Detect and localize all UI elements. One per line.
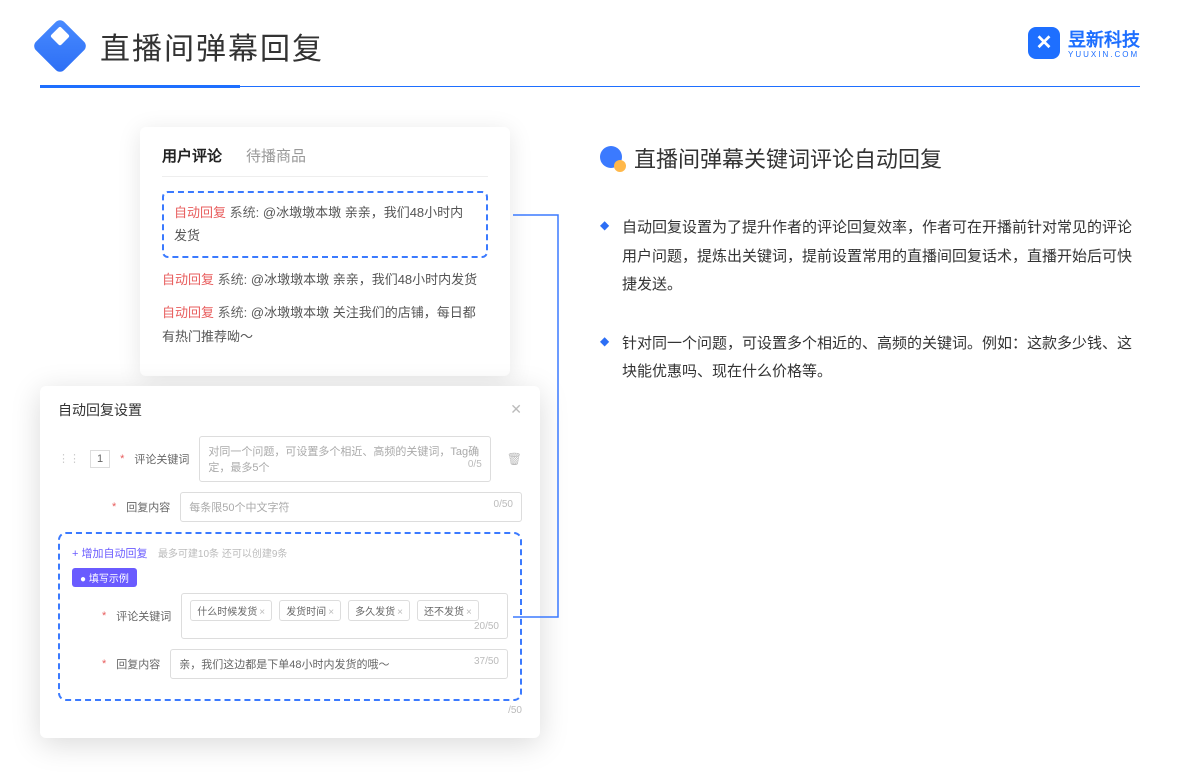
auto-reply-tag: 自动回复 — [162, 272, 214, 287]
auto-reply-settings-card: 自动回复设置 ✕ ⋮⋮ 1 * 评论关键词 对同一个问题，可设置多个相近、高频的… — [40, 386, 540, 738]
example-keyword-input[interactable]: 什么时候发货× 发货时间× 多久发货× 还不发货× 20/50 — [181, 593, 508, 639]
tab-user-comments[interactable]: 用户评论 — [162, 145, 222, 166]
divider — [40, 86, 1140, 87]
placeholder: 对同一个问题，可设置多个相近、高频的关键词，Tag确定，最多5个 — [208, 446, 479, 474]
keyword-label: 评论关键词 — [134, 451, 189, 467]
keyword-input[interactable]: 对同一个问题，可设置多个相近、高频的关键词，Tag确定，最多5个 0/5 — [199, 436, 490, 482]
example-panel: + 增加自动回复 最多可建10条 还可以创建9条 ● 填写示例 * 评论关键词 … — [58, 532, 522, 701]
comments-card: 用户评论 待播商品 自动回复 系统: @冰墩墩本墩 亲亲，我们48小时内发货 自… — [140, 127, 510, 376]
brand-icon: ✕ — [1028, 27, 1060, 59]
char-count: 20/50 — [474, 621, 499, 632]
required-dot: * — [102, 610, 106, 622]
char-count: 0/5 — [468, 459, 482, 470]
form-row-keyword: ⋮⋮ 1 * 评论关键词 对同一个问题，可设置多个相近、高频的关键词，Tag确定… — [58, 436, 522, 482]
add-hint: 最多可建10条 还可以创建9条 — [158, 549, 287, 560]
outer-count: /50 — [58, 705, 522, 716]
reply-label: 回复内容 — [126, 499, 170, 515]
auto-reply-tag: 自动回复 — [162, 305, 214, 320]
page-title: 直播间弹幕回复 — [100, 24, 324, 68]
auto-reply-tag: 自动回复 — [174, 205, 226, 220]
tag-chip[interactable]: 发货时间× — [279, 600, 341, 621]
drag-icon[interactable]: ⋮⋮ — [58, 452, 80, 465]
brand-logo: ✕ 昱新科技 YUUXIN.COM — [1028, 26, 1140, 59]
tag-chip[interactable]: 多久发货× — [348, 600, 410, 621]
add-reply-link[interactable]: + 增加自动回复 — [72, 548, 147, 560]
system-label: 系统: — [218, 305, 248, 320]
system-label: 系统: — [218, 272, 248, 287]
placeholder: 每条限50个中文字符 — [189, 502, 289, 514]
trash-icon[interactable]: 🗑 — [507, 452, 522, 466]
char-count: 37/50 — [474, 656, 499, 667]
comment-text: @冰墩墩本墩 亲亲，我们48小时内发货 — [251, 272, 477, 287]
bullet-item: 自动回复设置为了提升作者的评论回复效率，作者可在开播前针对常见的评论用户问题，提… — [600, 214, 1140, 300]
close-icon[interactable]: ✕ — [510, 401, 522, 418]
reply-input[interactable]: 每条限50个中文字符 0/50 — [180, 492, 522, 522]
brand-sub: YUUXIN.COM — [1068, 50, 1140, 59]
comment-row: 自动回复 系统: @冰墩墩本墩 亲亲，我们48小时内发货 — [162, 268, 488, 291]
bubble-icon — [600, 146, 624, 170]
brand-name: 昱新科技 — [1068, 26, 1140, 52]
bullet-item: 针对同一个问题，可设置多个相近的、高频的关键词。例如：这款多少钱、这块能优惠吗、… — [600, 330, 1140, 387]
tabs: 用户评论 待播商品 — [162, 145, 488, 177]
required-dot: * — [120, 453, 124, 465]
comment-row: 自动回复 系统: @冰墩墩本墩 关注我们的店铺，每日都有热门推荐呦～ — [162, 301, 488, 348]
index-badge: 1 — [90, 450, 110, 468]
section-heading: 直播间弹幕关键词评论自动回复 — [634, 142, 942, 174]
comment-row-highlighted: 自动回复 系统: @冰墩墩本墩 亲亲，我们48小时内发货 — [162, 191, 488, 258]
cube-icon — [32, 18, 89, 75]
example-reply-text: 亲，我们这边都是下单48小时内发货的哦～ — [179, 659, 389, 671]
tab-pending-goods[interactable]: 待播商品 — [246, 145, 306, 166]
keyword-label: 评论关键词 — [116, 608, 171, 624]
settings-title: 自动回复设置 — [58, 400, 142, 420]
section-title: 直播间弹幕关键词评论自动回复 — [600, 142, 1140, 174]
char-count: 0/50 — [494, 499, 513, 510]
tag-chip[interactable]: 还不发货× — [417, 600, 479, 621]
required-dot: * — [112, 501, 116, 513]
system-label: 系统: — [230, 205, 260, 220]
example-keyword-row: * 评论关键词 什么时候发货× 发货时间× 多久发货× 还不发货× 20/50 — [72, 593, 508, 639]
tag-chip[interactable]: 什么时候发货× — [190, 600, 272, 621]
form-row-reply: * 回复内容 每条限50个中文字符 0/50 — [58, 492, 522, 522]
example-badge: ● 填写示例 — [72, 568, 137, 587]
